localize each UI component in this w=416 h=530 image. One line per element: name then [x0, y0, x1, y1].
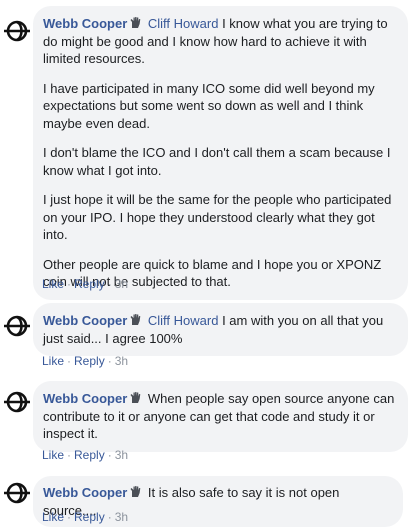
- separator: ·: [107, 510, 112, 524]
- author-name[interactable]: Webb Cooper: [43, 391, 127, 406]
- timestamp[interactable]: 3h: [115, 354, 128, 368]
- separator: ·: [67, 448, 72, 462]
- separator: ·: [67, 510, 72, 524]
- mentioned-user[interactable]: Cliff Howard: [148, 313, 219, 328]
- like-link[interactable]: Like: [42, 448, 64, 462]
- comment-paragraph: I have participated in many ICO some did…: [43, 80, 375, 131]
- comment-bubble: Webb Cooper When people say open source …: [33, 381, 408, 452]
- reply-link[interactable]: Reply: [74, 354, 105, 368]
- like-link[interactable]: Like: [42, 354, 64, 368]
- comment-thread: Webb Cooper Cliff Howard I know what you…: [0, 0, 416, 530]
- avatar[interactable]: [2, 16, 32, 46]
- logo-avatar-icon: [4, 482, 30, 504]
- hand-icon: [129, 16, 142, 29]
- hand-icon: [129, 313, 142, 326]
- comment-actions: Like · Reply · 3h: [42, 510, 128, 524]
- author-name[interactable]: Webb Cooper: [43, 485, 127, 500]
- timestamp[interactable]: 3h: [115, 510, 128, 524]
- comment-paragraph: I just hope it will be the same for the …: [43, 192, 392, 242]
- reply-link[interactable]: Reply: [74, 510, 105, 524]
- logo-avatar-icon: [4, 20, 30, 42]
- comment-bubble: Webb Cooper Cliff Howard I know what you…: [33, 6, 408, 300]
- hand-icon: [129, 485, 142, 498]
- timestamp[interactable]: 3h: [115, 277, 128, 291]
- separator: ·: [67, 354, 72, 368]
- comment-bubble: Webb Cooper Cliff Howard I am with you o…: [33, 303, 408, 356]
- avatar[interactable]: [2, 478, 32, 508]
- comment-actions: Like · Reply · 3h: [42, 448, 128, 462]
- reply-link[interactable]: Reply: [74, 448, 105, 462]
- comment-paragraph: I don't blame the ICO and I don't call t…: [43, 145, 391, 178]
- comment-actions: Like · Reply · 3h: [42, 354, 128, 368]
- logo-avatar-icon: [4, 391, 30, 413]
- like-link[interactable]: Like: [42, 510, 64, 524]
- separator: ·: [107, 354, 112, 368]
- author-name[interactable]: Webb Cooper: [43, 313, 127, 328]
- mentioned-user[interactable]: Cliff Howard: [148, 16, 219, 31]
- logo-avatar-icon: [4, 315, 30, 337]
- like-link[interactable]: Like: [42, 277, 64, 291]
- separator: ·: [67, 277, 72, 291]
- hand-icon: [129, 391, 142, 404]
- comment-paragraph: Webb Cooper Cliff Howard I know what you…: [43, 15, 396, 68]
- author-name[interactable]: Webb Cooper: [43, 16, 127, 31]
- separator: ·: [107, 277, 112, 291]
- comment-paragraph: Webb Cooper Cliff Howard I am with you o…: [43, 312, 396, 347]
- avatar[interactable]: [2, 311, 32, 341]
- avatar[interactable]: [2, 387, 32, 417]
- reply-link[interactable]: Reply: [74, 277, 105, 291]
- timestamp[interactable]: 3h: [115, 448, 128, 462]
- separator: ·: [107, 448, 112, 462]
- comment-actions: Like · Reply · 3h: [42, 277, 128, 291]
- comment-paragraph: Webb Cooper When people say open source …: [43, 390, 396, 443]
